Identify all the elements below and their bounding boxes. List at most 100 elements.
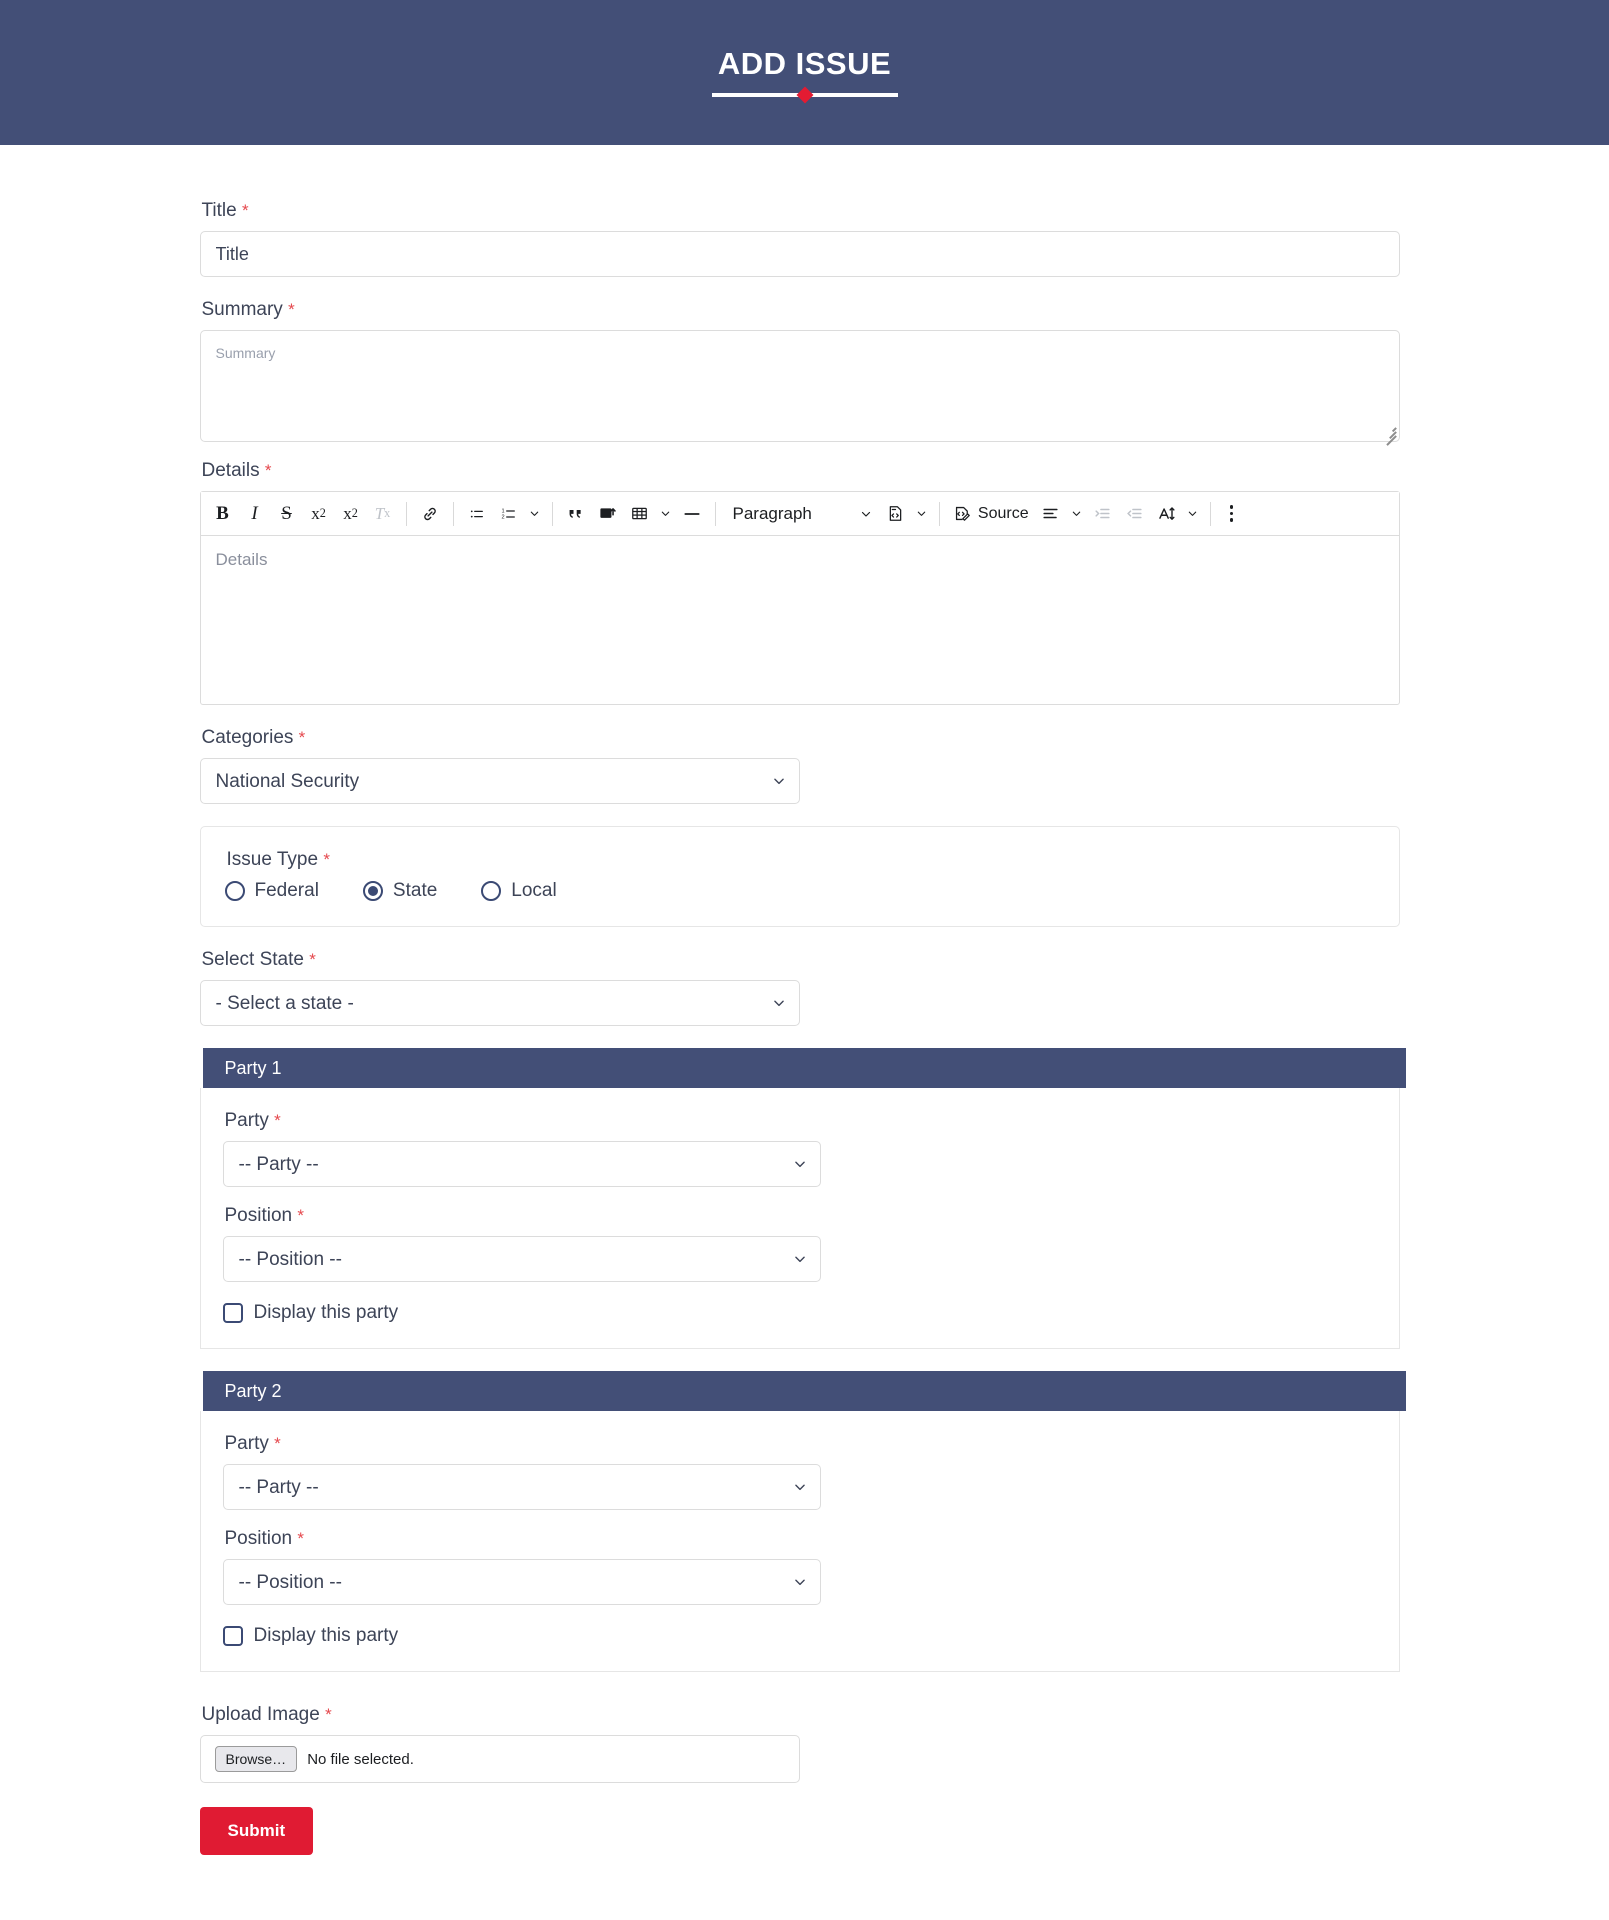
- page-header: ADD ISSUE: [0, 0, 1609, 145]
- categories-field-group: Categories * National Security: [199, 727, 1410, 804]
- remove-format-mark: x: [384, 506, 391, 520]
- party-1-position-select[interactable]: -- Position --: [222, 1236, 821, 1282]
- bulleted-list-icon[interactable]: [461, 497, 493, 531]
- summary-required-asterisk: *: [288, 300, 295, 319]
- source-button[interactable]: Source: [947, 497, 1035, 531]
- radio-federal-label: Federal: [254, 880, 319, 901]
- radio-option-federal[interactable]: Federal: [224, 880, 319, 902]
- toolbar-divider: [452, 501, 454, 526]
- title-label: Title *: [202, 200, 1410, 222]
- select-state-label: Select State *: [202, 949, 1410, 971]
- toolbar-divider: [1209, 501, 1211, 526]
- file-status-text: No file selected.: [307, 1750, 414, 1768]
- subscript-base: x: [343, 503, 352, 523]
- summary-textarea[interactable]: [199, 330, 1400, 442]
- link-icon[interactable]: [414, 497, 446, 531]
- paragraph-style-dropdown[interactable]: Paragraph: [723, 497, 880, 531]
- bold-button[interactable]: B: [207, 497, 239, 531]
- insert-table-dropdown-chevron-down-icon[interactable]: [656, 497, 676, 531]
- toolbar-divider: [551, 501, 553, 526]
- code-block-icon[interactable]: [880, 497, 912, 531]
- horizontal-line-icon[interactable]: [676, 497, 708, 531]
- radio-state-label: State: [392, 880, 438, 901]
- outdent-icon[interactable]: [1119, 497, 1151, 531]
- party-2-display-label: Display this party: [253, 1625, 399, 1646]
- numbered-list-icon[interactable]: 1 2: [493, 497, 525, 531]
- party-1-party-label-text: Party: [224, 1110, 269, 1131]
- insert-image-icon[interactable]: [592, 497, 624, 531]
- issue-type-label: Issue Type *: [227, 849, 1375, 871]
- party-1-display-label: Display this party: [253, 1302, 399, 1323]
- code-block-dropdown-chevron-down-icon[interactable]: [912, 497, 932, 531]
- add-issue-form: Title * Summary * Details *: [0, 145, 1609, 1895]
- issue-type-panel: Issue Type * Federal State Local: [199, 826, 1400, 927]
- party-1-party-select[interactable]: -- Party --: [222, 1141, 821, 1187]
- strikethrough-button[interactable]: S: [271, 497, 303, 531]
- submit-button[interactable]: Submit: [199, 1807, 314, 1855]
- party-2-position-label-text: Position: [224, 1528, 293, 1549]
- title-field-group: Title *: [199, 200, 1410, 277]
- text-align-dropdown-chevron-down-icon[interactable]: [1067, 497, 1087, 531]
- upload-image-required-asterisk: *: [325, 1705, 332, 1724]
- kebab-menu-icon[interactable]: [1218, 497, 1246, 531]
- summary-label-text: Summary: [201, 299, 283, 320]
- title-input[interactable]: [199, 231, 1400, 277]
- party-1-position-label: Position *: [225, 1205, 1375, 1227]
- blockquote-icon[interactable]: [560, 497, 592, 531]
- svg-text:2: 2: [501, 514, 504, 520]
- details-field-group: Details * B I S x2 x2 Tx 1 2 Paragraph S…: [199, 460, 1410, 705]
- italic-button[interactable]: I: [239, 497, 271, 531]
- party-2-display-checkbox-row[interactable]: Display this party: [222, 1625, 1375, 1647]
- editor-toolbar: B I S x2 x2 Tx 1 2 Paragraph Source: [200, 492, 1399, 536]
- radio-local-indicator: [481, 881, 502, 901]
- party-2-position-select[interactable]: -- Position --: [222, 1559, 821, 1605]
- radio-option-local[interactable]: Local: [481, 880, 557, 902]
- browse-button[interactable]: Browse…: [214, 1745, 298, 1773]
- superscript-base: x: [311, 503, 320, 523]
- text-align-icon[interactable]: [1035, 497, 1067, 531]
- details-editor-body[interactable]: Details: [201, 536, 1399, 704]
- page-title: ADD ISSUE: [717, 46, 892, 81]
- party-1-display-checkbox-row[interactable]: Display this party: [222, 1302, 1375, 1324]
- party-2-header: Party 2: [202, 1371, 1406, 1411]
- font-size-icon[interactable]: [1151, 497, 1183, 531]
- summary-field-group: Summary *: [199, 299, 1410, 445]
- toolbar-divider: [938, 501, 940, 526]
- party-2-party-label-text: Party: [224, 1433, 269, 1454]
- source-code-icon: [955, 506, 970, 521]
- issue-type-radio-group: Federal State Local: [224, 880, 1375, 902]
- issue-type-label-text: Issue Type: [226, 849, 319, 870]
- select-state-dropdown[interactable]: - Select a state -: [199, 980, 800, 1026]
- upload-image-label-text: Upload Image: [201, 1704, 320, 1725]
- party-2-position-required-asterisk: *: [297, 1529, 305, 1548]
- party-2-position-field-group: Position * -- Position --: [222, 1528, 1375, 1605]
- categories-select[interactable]: National Security: [199, 758, 800, 804]
- radio-option-state[interactable]: State: [362, 880, 438, 902]
- superscript-button[interactable]: x2: [303, 497, 335, 531]
- select-state-required-asterisk: *: [309, 950, 316, 969]
- insert-table-icon[interactable]: [624, 497, 656, 531]
- party-2-party-label: Party *: [225, 1433, 1375, 1455]
- party-1-display-checkbox[interactable]: [222, 1303, 243, 1323]
- subscript-button[interactable]: x2: [335, 497, 367, 531]
- party-2-display-checkbox[interactable]: [222, 1626, 243, 1646]
- superscript-exponent: 2: [319, 506, 326, 520]
- party-1-party-required-asterisk: *: [274, 1111, 281, 1130]
- select-state-field-group: Select State * - Select a state -: [199, 949, 1410, 1026]
- party-1-party-label: Party *: [225, 1110, 1375, 1132]
- font-size-dropdown-chevron-down-icon[interactable]: [1183, 497, 1203, 531]
- radio-federal-indicator: [224, 881, 245, 901]
- svg-text:1: 1: [501, 508, 504, 514]
- party-1-party-field-group: Party * -- Party --: [222, 1110, 1375, 1187]
- upload-image-label: Upload Image *: [202, 1704, 1410, 1726]
- file-input-wrapper[interactable]: Browse… No file selected.: [199, 1735, 800, 1783]
- numbered-list-dropdown-chevron-down-icon[interactable]: [525, 497, 545, 531]
- details-label-text: Details: [201, 460, 260, 481]
- party-2-party-select[interactable]: -- Party --: [222, 1464, 821, 1510]
- remove-format-button[interactable]: Tx: [367, 497, 399, 531]
- details-required-asterisk: *: [264, 461, 272, 480]
- party-1-position-field-group: Position * -- Position --: [222, 1205, 1375, 1282]
- summary-label: Summary *: [202, 299, 1410, 321]
- party-2-position-label: Position *: [225, 1528, 1375, 1550]
- indent-icon[interactable]: [1087, 497, 1119, 531]
